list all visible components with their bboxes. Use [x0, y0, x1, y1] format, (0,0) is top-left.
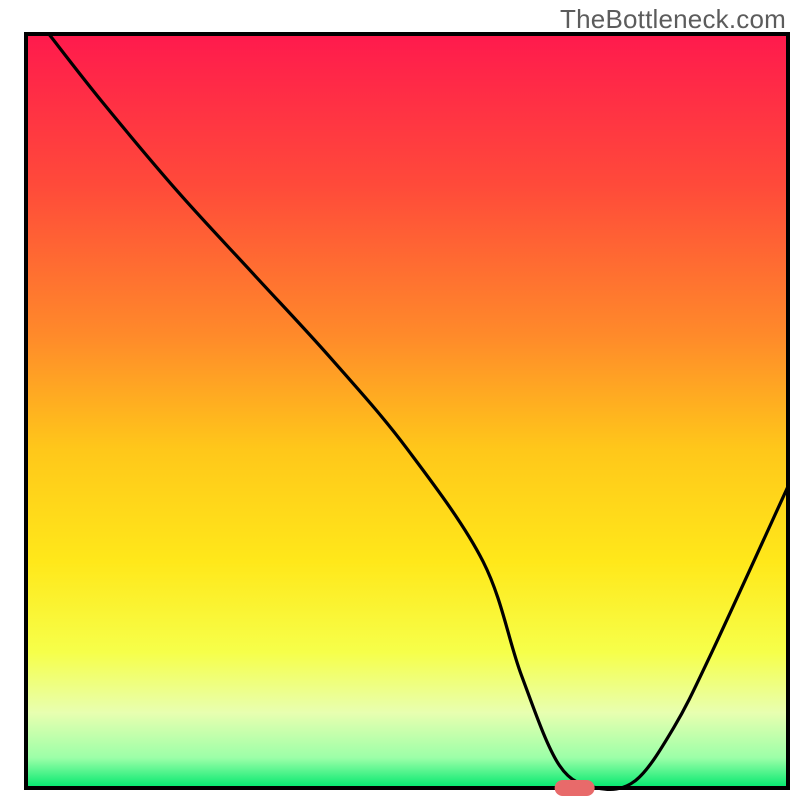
- watermark-text: TheBottleneck.com: [560, 4, 786, 35]
- chart-container: { "watermark": "TheBottleneck.com", "cha…: [0, 0, 800, 800]
- optimal-marker: [555, 780, 595, 796]
- bottleneck-chart: [0, 0, 800, 800]
